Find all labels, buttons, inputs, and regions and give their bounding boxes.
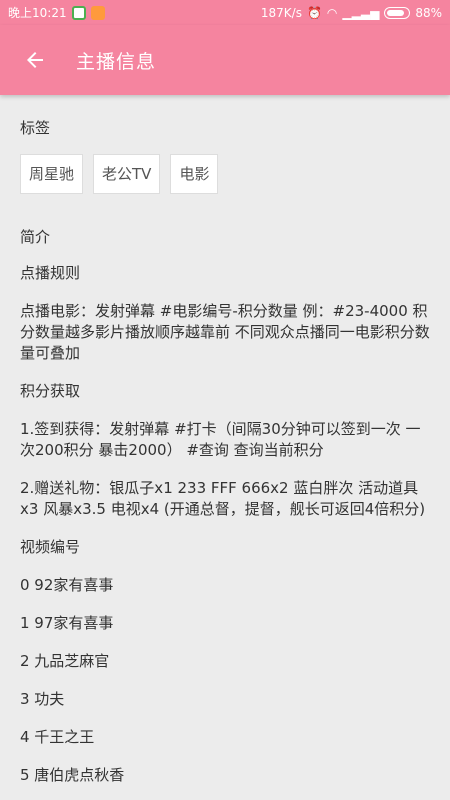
video-list-item: 3 功夫 bbox=[20, 690, 65, 708]
intro-paragraph: 视频编号 bbox=[20, 538, 81, 556]
status-time: 晚上10:21 bbox=[8, 6, 67, 20]
app-notification-icon bbox=[71, 5, 86, 20]
video-list-item: 0 92家有喜事 bbox=[20, 576, 114, 594]
status-bar: 晚上10:21 187K/s ⏰ ◠ ▁▂▃▅ 88% bbox=[0, 0, 450, 25]
status-bar-right: 187K/s ⏰ ◠ ▁▂▃▅ 88% bbox=[261, 6, 442, 20]
intro-title: 简介 bbox=[20, 228, 51, 246]
battery-icon bbox=[384, 6, 411, 19]
tag-list: 周星驰 老公TV 电影 bbox=[20, 154, 435, 194]
back-button[interactable] bbox=[20, 45, 50, 75]
tag-chip[interactable]: 电影 bbox=[170, 154, 219, 194]
anchor-info-content: 标签 周星驰 老公TV 电影 简介 点播规则 点播电影：发射弹幕 #电影编号-积… bbox=[20, 95, 435, 786]
page-title: 主播信息 bbox=[76, 50, 157, 73]
app-bar: 主播信息 bbox=[0, 25, 450, 95]
signal-icon: ▁▂▃▅ bbox=[342, 5, 380, 20]
video-list-item: 2 九品芝麻官 bbox=[20, 652, 110, 670]
intro-paragraph: 点播规则 bbox=[20, 264, 81, 282]
video-list-item: 1 97家有喜事 bbox=[20, 614, 114, 632]
intro-paragraph: 2.赠送礼物：银瓜子x1 233 FFF 666x2 蓝白胖次 活动道具x3 风… bbox=[20, 479, 426, 518]
video-list: 0 92家有喜事 1 97家有喜事 2 九品芝麻官 3 功夫 4 千王之王 5 … bbox=[20, 575, 435, 786]
battery-percent: 88% bbox=[415, 5, 442, 20]
intro-paragraph: 积分获取 bbox=[20, 382, 81, 400]
alarm-icon: ⏰ bbox=[306, 5, 322, 20]
wifi-icon: ◠ bbox=[326, 5, 338, 20]
arrow-left-icon bbox=[27, 52, 43, 68]
status-bar-left: 晚上10:21 bbox=[8, 4, 105, 21]
network-speed: 187K/s bbox=[260, 5, 302, 20]
video-list-item: 5 唐伯虎点秋香 bbox=[20, 766, 125, 784]
app-notification-icon-2 bbox=[90, 5, 105, 20]
intro-paragraph: 1.签到获得：发射弹幕 #打卡（间隔30分钟可以签到一次 一次200积分 暴击2… bbox=[20, 420, 421, 459]
video-list-item: 4 千王之王 bbox=[20, 728, 95, 746]
intro-paragraph: 点播电影：发射弹幕 #电影编号-积分数量 例：#23-4000 积分数量越多影片… bbox=[20, 302, 430, 362]
tags-label: 标签 bbox=[20, 119, 51, 137]
tag-chip[interactable]: 老公TV bbox=[93, 154, 161, 194]
tag-chip[interactable]: 周星驰 bbox=[20, 154, 84, 194]
